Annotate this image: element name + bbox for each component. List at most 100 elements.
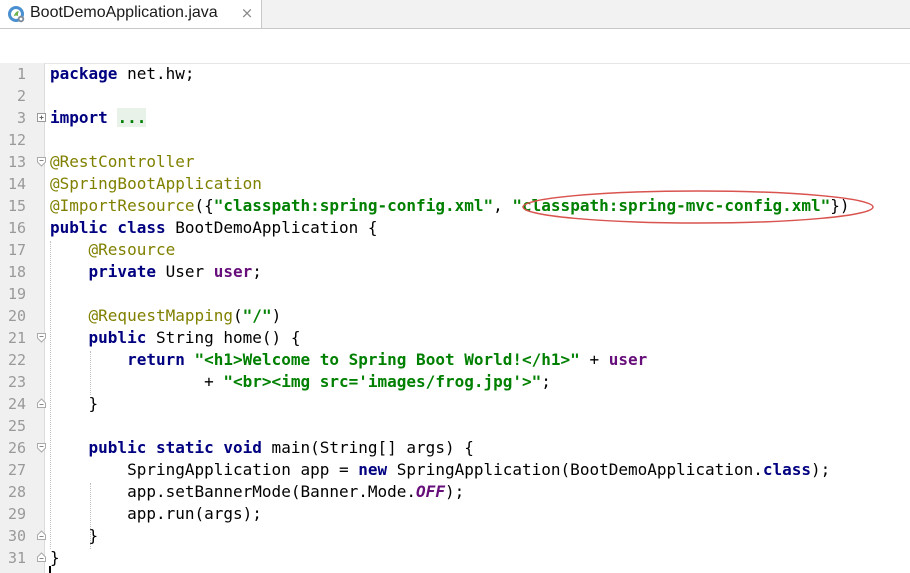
spring-class-icon bbox=[8, 6, 25, 23]
fold-end-icon[interactable] bbox=[37, 398, 46, 409]
line-number: 1 bbox=[16, 65, 26, 83]
code-token: "<br><img src='images/frog.jpg'>" bbox=[223, 372, 542, 391]
code-text: import ... bbox=[50, 107, 147, 129]
code-token: @ImportResource bbox=[50, 196, 195, 215]
code-token: BootDemoApplication { bbox=[165, 218, 378, 237]
code-line[interactable]: 31} bbox=[0, 547, 910, 569]
code-token: }) bbox=[830, 196, 850, 215]
code-token: class bbox=[762, 460, 812, 479]
code-token: public class bbox=[50, 218, 166, 237]
code-line[interactable]: 20 @RequestMapping("/") bbox=[0, 305, 910, 327]
code-token: String home() { bbox=[146, 328, 301, 347]
code-text: SpringApplication app = new SpringApplic… bbox=[50, 459, 830, 481]
code-text: public class BootDemoApplication { bbox=[50, 217, 378, 239]
code-line[interactable]: 12 bbox=[0, 129, 910, 151]
code-token: public static void bbox=[88, 438, 262, 457]
line-number: 22 bbox=[7, 351, 26, 369]
line-number: 20 bbox=[7, 307, 26, 325]
code-text: @ImportResource({"classpath:spring-confi… bbox=[50, 195, 850, 217]
code-text: app.run(args); bbox=[50, 503, 262, 525]
code-text: } bbox=[50, 547, 60, 569]
fold-collapse-icon[interactable] bbox=[37, 332, 46, 343]
code-editor[interactable]: 1 package net.hw; 2 3 import ... 12 13 @RestCon… bbox=[0, 63, 910, 573]
line-number: 28 bbox=[7, 483, 26, 501]
code-token: @Resource bbox=[88, 240, 176, 259]
code-token: main(String[] args) { bbox=[261, 438, 474, 457]
code-token: SpringApplication(BootDemoApplication. bbox=[387, 460, 763, 479]
code-token: user bbox=[213, 262, 253, 281]
code-line[interactable]: 29 app.run(args); bbox=[0, 503, 910, 525]
code-line[interactable]: 19 bbox=[0, 283, 910, 305]
code-line[interactable]: 14 @SpringBootApplication bbox=[0, 173, 910, 195]
code-token: OFF bbox=[416, 482, 445, 501]
fold-collapse-icon[interactable] bbox=[37, 442, 46, 453]
code-line[interactable]: 22 return "<h1>Welcome to Spring Boot Wo… bbox=[0, 349, 910, 371]
code-token: ( bbox=[233, 306, 243, 325]
code-line[interactable]: 30 } bbox=[0, 525, 910, 547]
code-token: } bbox=[50, 394, 99, 413]
code-token: @RequestMapping bbox=[88, 306, 234, 325]
code-text: @RestController bbox=[50, 151, 195, 173]
code-text: package net.hw; bbox=[50, 63, 195, 85]
code-line[interactable]: 21 public String home() { bbox=[0, 327, 910, 349]
line-number: 26 bbox=[7, 439, 26, 457]
code-line[interactable]: 3 import ... bbox=[0, 107, 910, 129]
code-token: new bbox=[358, 460, 388, 479]
code-line[interactable]: 27 SpringApplication app = new SpringApp… bbox=[0, 459, 910, 481]
fold-expand-icon[interactable] bbox=[37, 112, 46, 123]
code-token: @SpringBootApplication bbox=[50, 174, 262, 193]
line-number: 19 bbox=[7, 285, 26, 303]
line-number: 31 bbox=[7, 549, 26, 567]
fold-end-icon[interactable] bbox=[37, 552, 46, 563]
code-token: ); bbox=[811, 460, 831, 479]
line-number: 16 bbox=[7, 219, 26, 237]
editor-breadcrumb-area bbox=[0, 29, 910, 64]
line-number: 13 bbox=[7, 153, 26, 171]
code-token: "classpath:spring-mvc-config.xml" bbox=[512, 196, 831, 215]
code-line[interactable]: 15 @ImportResource({"classpath:spring-con… bbox=[0, 195, 910, 217]
code-token: "<h1>Welcome to Spring Boot World!</h1>" bbox=[194, 350, 580, 369]
code-token: public bbox=[88, 328, 147, 347]
code-line[interactable]: 1 package net.hw; bbox=[0, 63, 910, 85]
code-text: app.setBannerMode(Banner.Mode.OFF); bbox=[50, 481, 464, 503]
line-number: 17 bbox=[7, 241, 26, 259]
code-line[interactable]: 13 @RestController bbox=[0, 151, 910, 173]
code-line[interactable]: 18 private User user; bbox=[0, 261, 910, 283]
code-token: + bbox=[579, 350, 609, 369]
code-line[interactable]: 23 + "<br><img src='images/frog.jpg'>"; bbox=[0, 371, 910, 393]
tab-title: BootDemoApplication.java bbox=[30, 4, 218, 21]
code-token: app.setBannerMode(Banner.Mode. bbox=[50, 482, 417, 501]
code-line[interactable]: 17 @Resource bbox=[0, 239, 910, 261]
fold-collapse-icon[interactable] bbox=[37, 156, 46, 167]
code-line[interactable]: 26 public static void main(String[] args… bbox=[0, 437, 910, 459]
code-line[interactable]: 16 public class BootDemoApplication { bbox=[0, 217, 910, 239]
line-number: 18 bbox=[7, 263, 26, 281]
code-text: } bbox=[50, 393, 99, 415]
indent-guide bbox=[90, 351, 91, 395]
code-line[interactable]: 24 } bbox=[0, 393, 910, 415]
code-token: ({ bbox=[194, 196, 214, 215]
code-token: user bbox=[608, 350, 648, 369]
code-line[interactable]: 2 bbox=[0, 85, 910, 107]
line-number: 30 bbox=[7, 527, 26, 545]
line-number: 25 bbox=[7, 417, 26, 435]
close-icon[interactable]: × bbox=[238, 4, 256, 22]
code-token: @RestController bbox=[50, 152, 195, 171]
code-line[interactable]: 28 app.setBannerMode(Banner.Mode.OFF); bbox=[0, 481, 910, 503]
code-line[interactable]: 25 bbox=[0, 415, 910, 437]
fold-end-icon[interactable] bbox=[37, 530, 46, 541]
line-number: 24 bbox=[7, 395, 26, 413]
indent-guide bbox=[90, 483, 91, 549]
tab-bootdemoapplication[interactable]: BootDemoApplication.java × bbox=[0, 0, 262, 28]
code-token: , bbox=[493, 196, 513, 215]
code-token: ) bbox=[271, 306, 282, 325]
code-token: net.hw; bbox=[117, 64, 195, 83]
code-text: private User user; bbox=[50, 261, 262, 283]
line-number: 21 bbox=[7, 329, 26, 347]
